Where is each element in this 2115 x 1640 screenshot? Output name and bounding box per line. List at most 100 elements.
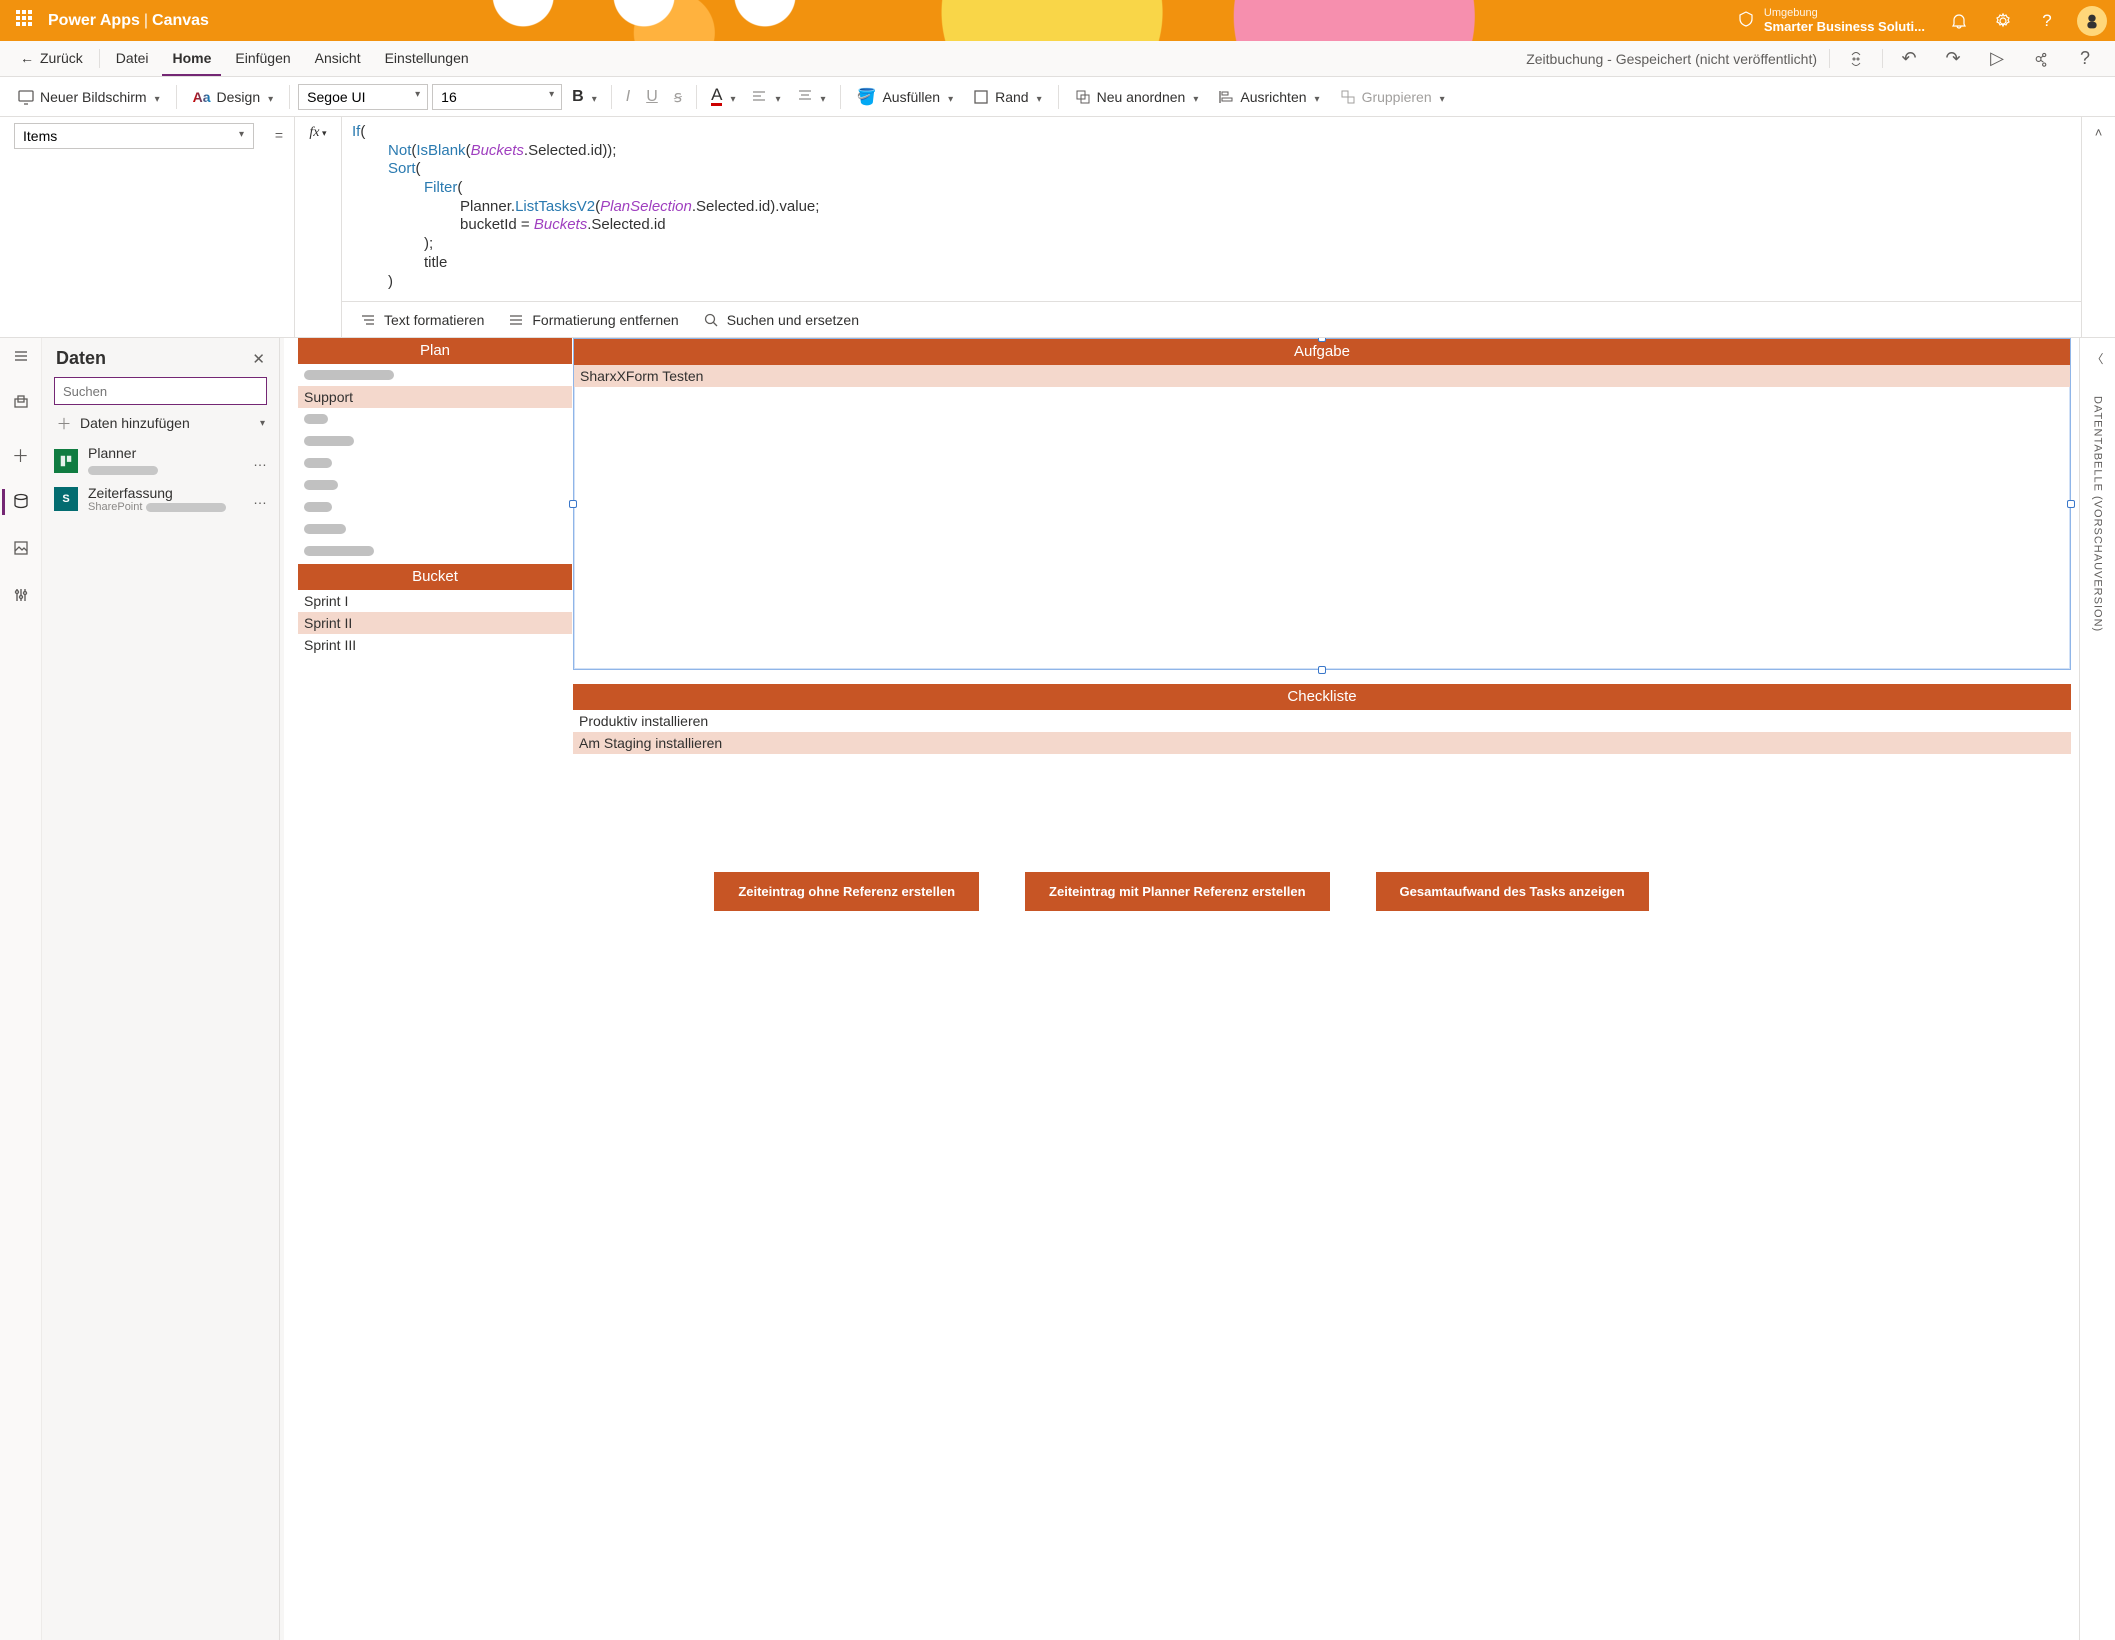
sharepoint-badge-icon: S — [54, 487, 78, 511]
ds-more-icon[interactable]: … — [253, 491, 269, 507]
group-button: Gruppieren — [1332, 83, 1453, 111]
add-data-button[interactable]: ＋ Daten hinzufügen ▾ — [42, 405, 279, 441]
help-icon[interactable]: ? — [2025, 0, 2069, 41]
menu-file[interactable]: Datei — [106, 41, 159, 76]
rail-data-icon[interactable] — [13, 493, 29, 514]
remove-format-button[interactable]: Formatierung entfernen — [508, 312, 678, 328]
font-color-button[interactable]: A — [705, 83, 741, 111]
rail-advanced-icon[interactable] — [13, 587, 29, 608]
format-icon — [360, 312, 376, 328]
list-item[interactable] — [298, 408, 572, 430]
list-item[interactable]: Produktiv installieren — [573, 710, 2071, 732]
share-icon[interactable] — [2021, 41, 2061, 76]
action-buttons: Zeiteintrag ohne Referenz erstellen Zeit… — [284, 872, 2079, 911]
user-avatar[interactable] — [2077, 6, 2107, 36]
resize-handle[interactable] — [2067, 500, 2075, 508]
align-button[interactable]: Ausrichten — [1210, 83, 1327, 111]
list-item[interactable] — [298, 496, 572, 518]
reorder-button[interactable]: Neu anordnen — [1067, 83, 1207, 111]
theme-icon: Aa — [193, 89, 211, 105]
list-item[interactable]: SharxXForm Testen — [574, 365, 2070, 387]
right-properties-pane[interactable]: 〈 DATENTABELLE (VORSCHAUVERSION) — [2079, 338, 2115, 1640]
resize-handle[interactable] — [1318, 338, 1326, 342]
header-decoration — [221, 0, 1732, 41]
border-button[interactable]: Rand — [965, 83, 1050, 111]
property-select[interactable]: Items — [14, 123, 254, 149]
new-screen-button[interactable]: Neuer Bildschirm — [10, 83, 168, 111]
menu-home[interactable]: Home — [162, 41, 221, 76]
checklist-list[interactable]: Produktiv installierenAm Staging install… — [573, 710, 2071, 754]
list-item[interactable]: Sprint II — [298, 612, 572, 634]
font-family-select[interactable]: Segoe UI — [298, 84, 428, 110]
environment-picker[interactable]: Umgebung Smarter Business Soluti... — [1732, 0, 1937, 41]
expand-pane-icon[interactable]: 〈 — [2091, 350, 2103, 367]
task-header: Aufgabe — [574, 339, 2070, 365]
resize-handle[interactable] — [569, 500, 577, 508]
canvas-area[interactable]: Plan Support Bucket Sprint ISprint IISpr… — [280, 338, 2079, 1640]
notifications-icon[interactable] — [1937, 0, 1981, 41]
show-total-button[interactable]: Gesamtaufwand des Tasks anzeigen — [1376, 872, 1649, 911]
plus-icon: ＋ — [56, 415, 72, 431]
create-noref-button[interactable]: Zeiteintrag ohne Referenz erstellen — [714, 872, 979, 911]
datasource-zeiterfassung[interactable]: S Zeiterfassung SharePoint … — [42, 481, 279, 517]
list-item[interactable]: Sprint III — [298, 634, 572, 656]
play-icon[interactable]: ▷ — [1977, 41, 2017, 76]
list-item[interactable] — [298, 430, 572, 452]
right-pane-label: DATENTABELLE (VORSCHAUVERSION) — [2092, 396, 2104, 632]
fx-button[interactable]: fx — [294, 117, 342, 337]
plan-list[interactable]: Support — [298, 364, 572, 562]
format-text-button[interactable]: Text formatieren — [360, 312, 484, 328]
rail-media-icon[interactable] — [13, 540, 29, 561]
list-item[interactable] — [298, 518, 572, 540]
app-launcher-icon[interactable] — [0, 10, 48, 31]
formula-editor[interactable]: If( Not(IsBlank(Buckets.Selected.id)); S… — [342, 117, 2081, 301]
menu-bar: Zurück Datei Home Einfügen Ansicht Einst… — [0, 41, 2115, 77]
tasks-gallery-selected[interactable]: Aufgabe SharxXForm Testen — [573, 338, 2071, 670]
paint-bucket-icon: 🪣 — [857, 87, 877, 107]
list-item[interactable] — [298, 364, 572, 386]
resize-handle[interactable] — [1318, 666, 1326, 674]
menu-settings[interactable]: Einstellungen — [375, 41, 479, 76]
rail-add-icon[interactable]: ＋ — [12, 442, 29, 467]
ds-name: Zeiterfassung — [88, 485, 226, 501]
help2-icon[interactable]: ? — [2065, 41, 2105, 76]
waffle-icon — [16, 10, 32, 26]
fill-button[interactable]: 🪣Ausfüllen — [849, 83, 962, 111]
data-search-input[interactable] — [54, 377, 267, 405]
find-replace-button[interactable]: Suchen und ersetzen — [703, 312, 859, 328]
list-item[interactable] — [298, 540, 572, 562]
menu-view[interactable]: Ansicht — [305, 41, 371, 76]
task-list[interactable]: SharxXForm Testen — [574, 365, 2070, 387]
plan-header: Plan — [298, 338, 572, 364]
datasource-planner[interactable]: Planner … — [42, 441, 279, 481]
formula-toolbar: Text formatieren Formatierung entfernen … — [342, 301, 2081, 337]
list-item[interactable] — [298, 452, 572, 474]
equals-label: = — [264, 117, 294, 337]
bold-button[interactable]: B — [566, 83, 603, 111]
list-item[interactable] — [298, 474, 572, 496]
screen-icon — [18, 89, 34, 105]
font-size-select[interactable]: 16 — [432, 84, 562, 110]
ds-name: Planner — [88, 445, 158, 461]
settings-icon[interactable] — [1981, 0, 2025, 41]
back-button[interactable]: Zurück — [10, 41, 93, 76]
formula-collapse-icon[interactable]: ˄ — [2081, 117, 2115, 337]
bucket-list[interactable]: Sprint ISprint IISprint III — [298, 590, 572, 656]
redo-icon[interactable]: ↷ — [1933, 41, 1973, 76]
undo-icon[interactable]: ↶ — [1889, 41, 1929, 76]
align-objects-icon — [1218, 89, 1234, 105]
list-item[interactable]: Sprint I — [298, 590, 572, 612]
design-button[interactable]: Aa Design — [185, 83, 282, 111]
left-nav-rail: ＋ — [0, 338, 42, 1640]
menu-insert[interactable]: Einfügen — [225, 41, 300, 76]
rail-tree-icon[interactable] — [13, 348, 29, 369]
ds-more-icon[interactable]: … — [253, 453, 269, 469]
bucket-header: Bucket — [298, 564, 572, 590]
close-panel-icon[interactable]: ✕ — [252, 350, 265, 368]
list-item[interactable]: Am Staging installieren — [573, 732, 2071, 754]
environment-icon — [1738, 11, 1754, 30]
app-checker-icon[interactable] — [1836, 41, 1876, 76]
rail-insert-icon[interactable] — [13, 395, 29, 416]
create-withref-button[interactable]: Zeiteintrag mit Planner Referenz erstell… — [1025, 872, 1329, 911]
list-item[interactable]: Support — [298, 386, 572, 408]
